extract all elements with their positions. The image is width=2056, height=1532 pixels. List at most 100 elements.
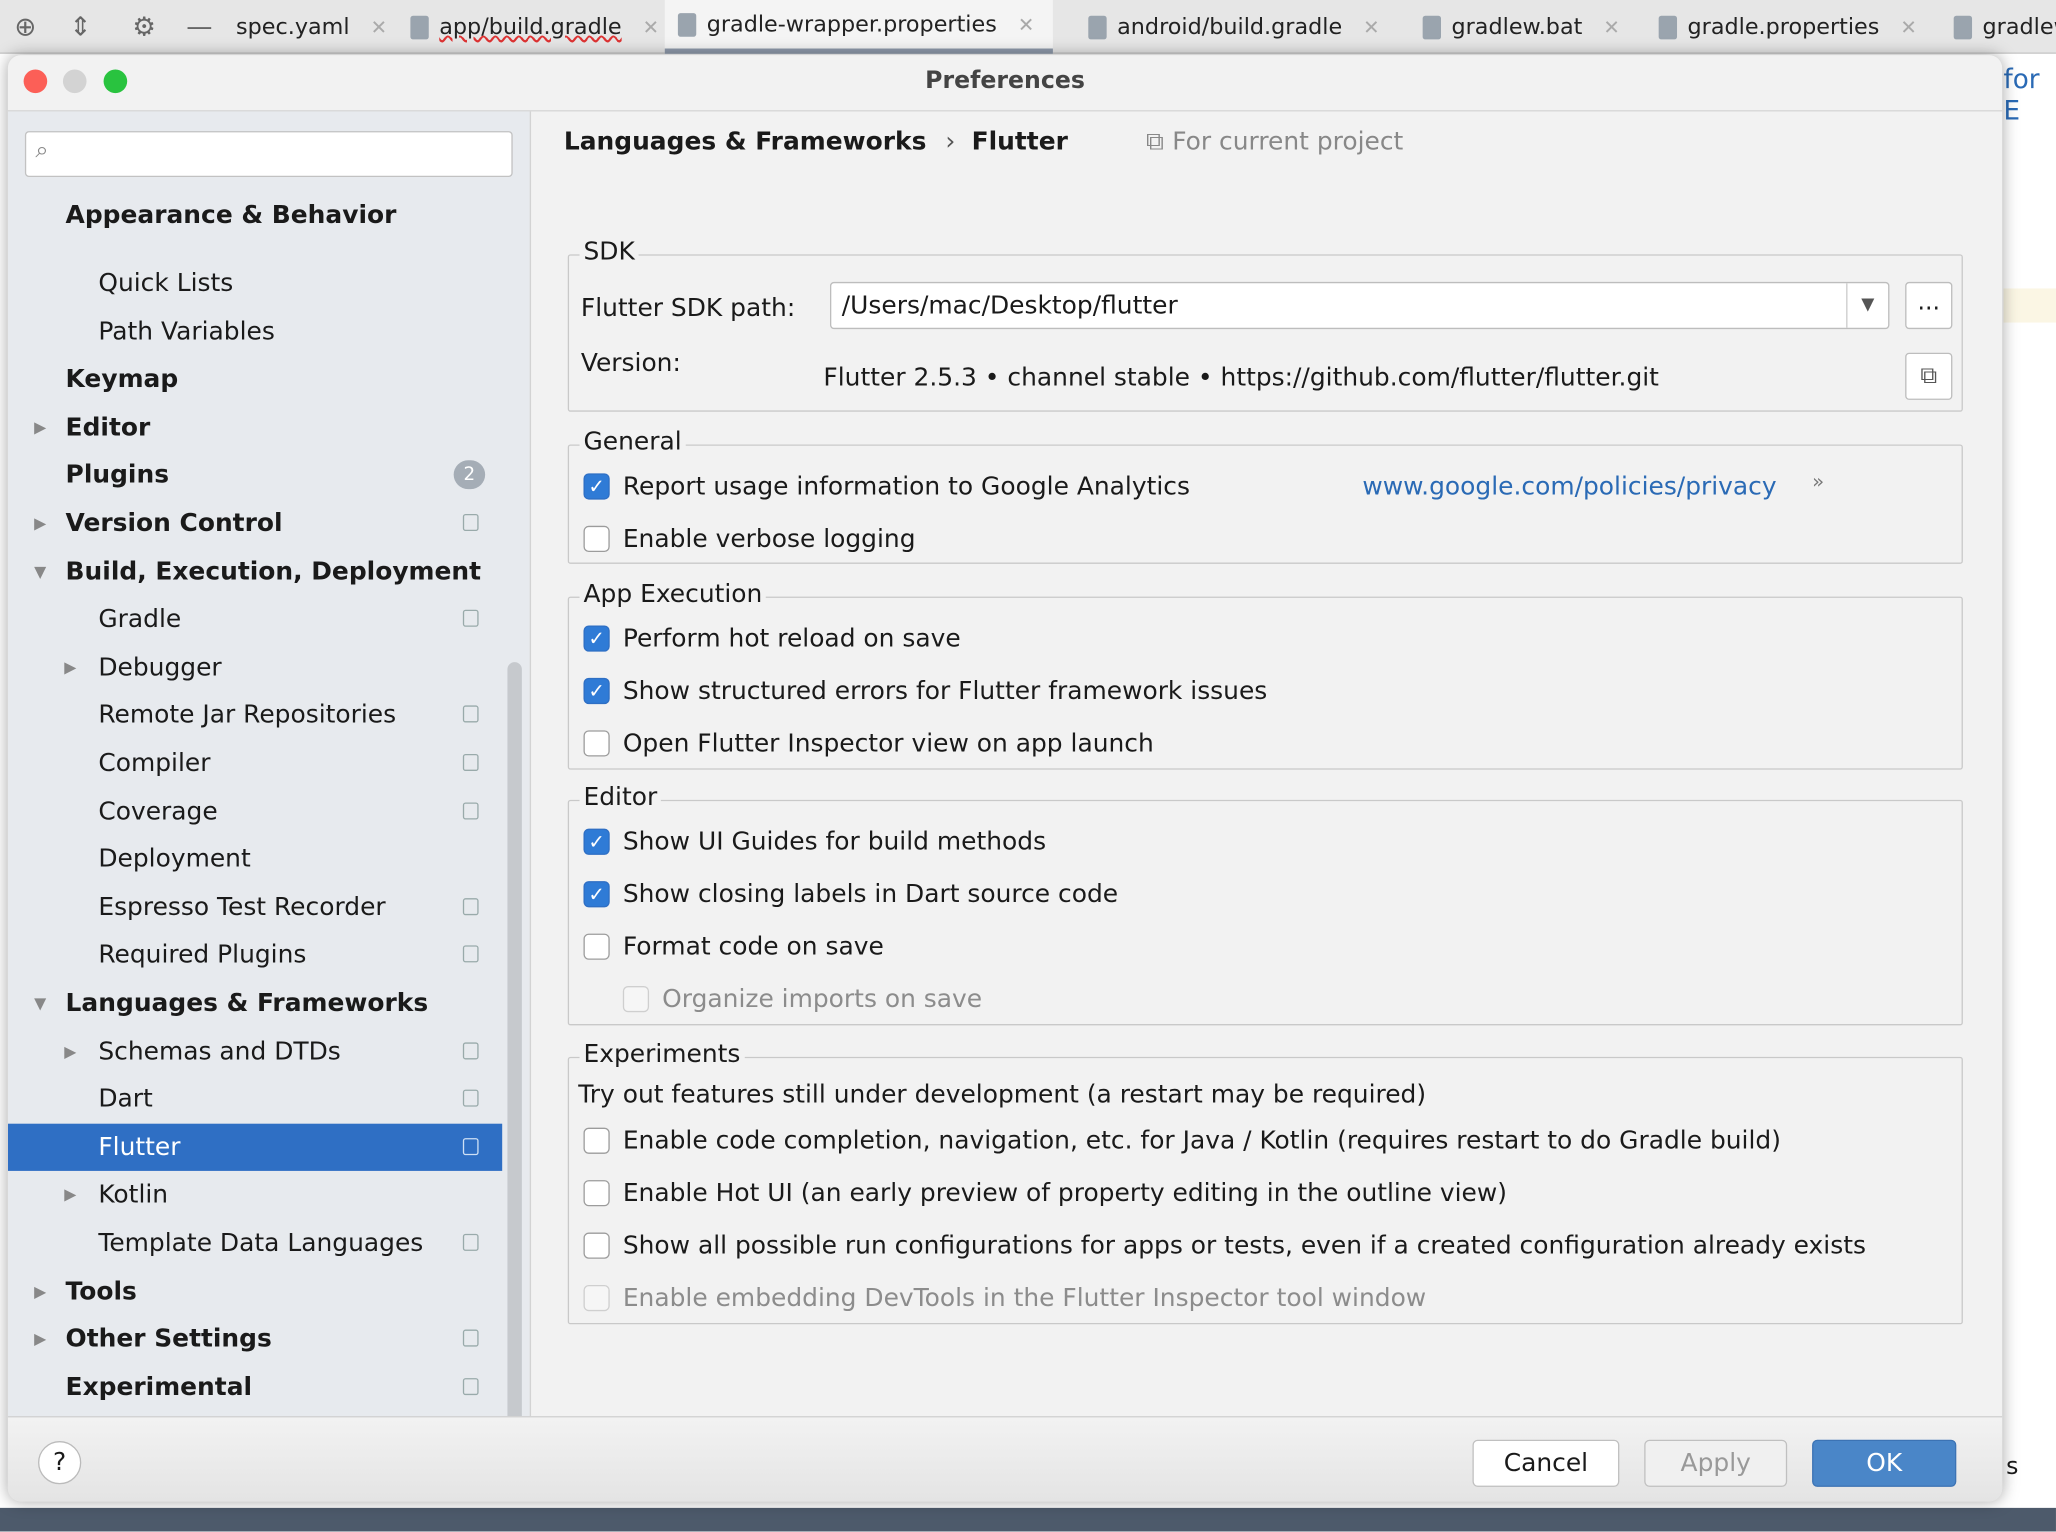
collapsed-arrow-icon[interactable]: ▶ xyxy=(34,1315,46,1362)
sidebar-item[interactable]: Deployment xyxy=(8,835,502,882)
checkbox-unchecked-icon[interactable] xyxy=(583,1127,610,1154)
checkbox-unchecked-icon[interactable] xyxy=(583,1232,610,1259)
background-text-fragment: s xyxy=(2006,1452,2019,1481)
checkbox-checked-icon[interactable]: ✓ xyxy=(583,473,610,500)
expanded-arrow-icon[interactable]: ▼ xyxy=(34,979,46,1026)
sidebar-item[interactable]: Keymap xyxy=(8,356,502,403)
editor-tab[interactable]: gradlew xyxy=(1941,0,2056,54)
sidebar-item[interactable]: Flutter xyxy=(7,1123,503,1171)
sidebar-item[interactable]: Compiler xyxy=(8,740,502,787)
collapsed-arrow-icon[interactable]: ▶ xyxy=(64,644,76,691)
sidebar-item[interactable]: ▼ Build, Execution, Deployment xyxy=(8,548,502,595)
sdk-path-combo[interactable]: /Users/mac/Desktop/flutter ▼ xyxy=(829,281,1890,330)
close-tab-icon[interactable]: ✕ xyxy=(1603,15,1619,39)
cancel-button[interactable]: Cancel xyxy=(1472,1439,1620,1487)
collapsed-arrow-icon[interactable]: ▶ xyxy=(34,404,46,451)
option-checkbox[interactable]: ✓ Perform hot reload on save xyxy=(583,624,961,653)
sticky-section-header[interactable]: Appearance & Behavior xyxy=(7,195,507,248)
sdk-path-value[interactable]: /Users/mac/Desktop/flutter xyxy=(842,291,1178,320)
privacy-link[interactable]: www.google.com/policies/privacy xyxy=(1362,472,1776,501)
option-checkbox[interactable]: Enable Hot UI (an early preview of prope… xyxy=(583,1179,1507,1208)
sidebar-item[interactable]: ▶ Editor xyxy=(8,404,502,451)
sidebar-item-label: Flutter xyxy=(98,1132,181,1162)
sidebar-scrollbar[interactable] xyxy=(507,662,522,1417)
checkbox-checked-icon[interactable]: ✓ xyxy=(583,677,610,705)
editor-tab[interactable]: spec.yaml ✕ xyxy=(223,0,406,54)
checkbox-checked-icon[interactable]: ✓ xyxy=(583,828,610,855)
editor-tab[interactable]: gradle-wrapper.properties ✕ xyxy=(664,0,1053,54)
expanded-arrow-icon[interactable]: ▼ xyxy=(34,548,46,595)
sidebar-item[interactable]: ▼ Languages & Frameworks xyxy=(8,979,502,1026)
option-checkbox[interactable]: ✓ Show structured errors for Flutter fram… xyxy=(583,677,1267,705)
option-checkbox[interactable]: Show all possible run configurations for… xyxy=(583,1231,1866,1260)
sidebar-item[interactable]: Remote Jar Repositories xyxy=(8,692,502,739)
help-button[interactable]: ? xyxy=(38,1441,82,1485)
external-link-icon[interactable]: » xyxy=(1812,469,1824,493)
browse-button[interactable]: ... xyxy=(1905,281,1953,330)
sidebar-item[interactable]: ▶ Schemas and DTDs xyxy=(8,1027,502,1074)
sidebar-item[interactable]: Plugins 2 xyxy=(8,452,502,499)
editor-tab[interactable]: android/build.gradle ✕ xyxy=(1075,0,1398,54)
editor-tab[interactable]: app/build.gradle ✕ xyxy=(397,0,677,54)
option-checkbox[interactable]: ✓ Report usage information to Google Anal… xyxy=(583,472,1190,501)
sidebar-item[interactable]: Path Variables xyxy=(8,308,502,355)
apply-button[interactable]: Apply xyxy=(1644,1439,1788,1487)
close-button[interactable] xyxy=(23,69,48,94)
collapsed-arrow-icon[interactable]: ▶ xyxy=(64,1027,76,1074)
close-tab-icon[interactable]: ✕ xyxy=(643,15,659,39)
zoom-button[interactable] xyxy=(103,69,128,94)
checkbox-unchecked-icon[interactable] xyxy=(583,933,610,960)
sidebar-item[interactable]: Dart xyxy=(8,1075,502,1122)
minimize-button[interactable] xyxy=(62,69,87,94)
chevron-down-icon[interactable]: ▼ xyxy=(1846,283,1888,328)
option-checkbox[interactable]: Open Flutter Inspector view on app launc… xyxy=(583,729,1154,758)
sidebar-item[interactable]: Template Data Languages xyxy=(8,1219,502,1266)
gear-icon[interactable]: ⚙ xyxy=(132,10,156,41)
checkbox-checked-icon[interactable]: ✓ xyxy=(583,881,610,908)
sidebar-item[interactable]: Gradle xyxy=(8,596,502,643)
option-checkbox[interactable]: ✓ Show UI Guides for build methods xyxy=(583,827,1046,856)
checkbox-unchecked-icon[interactable] xyxy=(583,730,610,757)
option-checkbox[interactable]: Format code on save xyxy=(583,932,884,961)
project-scope-icon xyxy=(462,897,479,915)
editor-tab[interactable]: gradlew.bat ✕ xyxy=(1410,0,1639,54)
sidebar-item[interactable]: ▶ Kotlin xyxy=(8,1171,502,1218)
collapsed-arrow-icon[interactable]: ▶ xyxy=(64,1171,76,1218)
sidebar-item[interactable]: Espresso Test Recorder xyxy=(8,883,502,930)
sidebar-item[interactable]: Quick Lists xyxy=(8,260,502,307)
sidebar-item[interactable]: ▶ Tools xyxy=(8,1267,502,1314)
sidebar-item[interactable]: Coverage xyxy=(8,787,502,834)
copy-icon[interactable]: ⧉ xyxy=(1905,352,1953,400)
search-input[interactable]: ⌕ xyxy=(24,131,513,178)
option-checkbox[interactable]: Organize imports on save xyxy=(622,985,982,1014)
breadcrumb-parent[interactable]: Languages & Frameworks xyxy=(564,127,927,156)
sidebar-item[interactable]: ▶ Debugger xyxy=(8,644,502,691)
checkbox-unchecked-icon[interactable] xyxy=(622,986,650,1013)
sidebar-item[interactable]: ▶ Other Settings xyxy=(8,1315,502,1362)
sidebar-item[interactable]: Experimental xyxy=(8,1363,502,1410)
close-tab-icon[interactable]: ✕ xyxy=(1363,15,1379,39)
option-label: Perform hot reload on save xyxy=(622,624,961,653)
ok-button[interactable]: OK xyxy=(1812,1439,1957,1487)
option-checkbox[interactable]: Enable embedding DevTools in the Flutter… xyxy=(583,1284,1426,1313)
checkbox-unchecked-icon[interactable] xyxy=(583,1180,610,1207)
checkbox-unchecked-icon[interactable] xyxy=(583,1284,610,1312)
editor-tab[interactable]: gradle.properties ✕ xyxy=(1646,0,1936,54)
collapse-icon[interactable]: ⇕ xyxy=(69,10,91,41)
option-checkbox[interactable]: ✓ Show closing labels in Dart source code xyxy=(583,880,1118,909)
collapsed-arrow-icon[interactable]: ▶ xyxy=(34,1267,46,1314)
close-tab-icon[interactable]: ✕ xyxy=(1900,15,1916,39)
close-tab-icon[interactable]: ✕ xyxy=(1018,12,1034,36)
collapsed-arrow-icon[interactable]: ▶ xyxy=(34,500,46,547)
project-scope-icon xyxy=(462,945,479,963)
checkbox-unchecked-icon[interactable] xyxy=(583,525,610,553)
minimize-icon[interactable]: — xyxy=(186,10,212,41)
sidebar-item[interactable]: Required Plugins xyxy=(8,931,502,978)
option-checkbox[interactable]: Enable code completion, navigation, etc.… xyxy=(583,1126,1781,1155)
crosshair-icon[interactable]: ⊕ xyxy=(14,10,36,41)
option-checkbox[interactable]: Enable verbose logging xyxy=(583,524,916,553)
close-tab-icon[interactable]: ✕ xyxy=(371,15,387,39)
checkbox-checked-icon[interactable]: ✓ xyxy=(583,625,610,652)
breadcrumb-separator: › xyxy=(945,127,956,157)
sidebar-item[interactable]: ▶ Version Control xyxy=(8,500,502,547)
